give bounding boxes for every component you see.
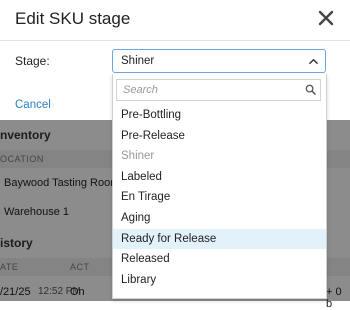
chevron-up-icon xyxy=(309,58,318,65)
stage-dropdown-menu: Pre-BottlingPre-Release Shiner LabeledEn T… xyxy=(112,74,327,299)
modal-header: Edit SKU stage xyxy=(0,0,350,41)
stage-option[interactable]: Released xyxy=(113,249,326,270)
dropdown-search xyxy=(113,79,326,101)
stage-select-value: Shiner xyxy=(121,55,155,67)
stage-option[interactable]: Pre-Release xyxy=(113,126,326,147)
stage-option[interactable]: Pre-Bottling xyxy=(113,105,326,126)
stage-option[interactable]: Labeled xyxy=(113,167,326,188)
edit-sku-stage-modal: Edit SKU stage Stage: Shiner Cancel Pre-… xyxy=(0,0,350,301)
stage-select[interactable]: Shiner xyxy=(112,49,326,73)
search-icon xyxy=(305,84,316,95)
close-icon[interactable] xyxy=(316,8,336,28)
stage-label: Stage: xyxy=(15,54,50,68)
stage-option[interactable]: Ready for Release xyxy=(113,228,326,250)
search-input[interactable] xyxy=(116,79,321,101)
stage-option: Shiner xyxy=(121,150,155,163)
stage-option-list: Pre-Bottling Pre-Release Shiner Labeled En T… xyxy=(113,105,326,290)
stage-option[interactable]: Aging xyxy=(113,208,326,229)
stage-option[interactable]: Library xyxy=(113,270,326,291)
cancel-button[interactable]: Cancel xyxy=(15,99,51,111)
stage-option[interactable]: En Tirage xyxy=(113,187,326,208)
modal-title: Edit SKU stage xyxy=(15,9,131,28)
